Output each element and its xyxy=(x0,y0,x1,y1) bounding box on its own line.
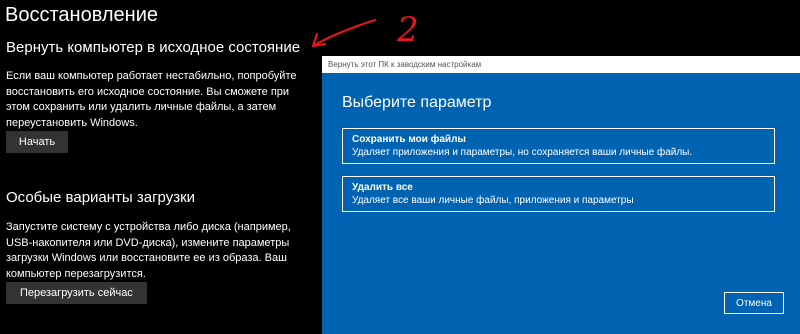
annotation-number: 2 xyxy=(396,10,419,50)
settings-recovery-panel: Восстановление Вернуть компьютер в исход… xyxy=(0,0,322,334)
reset-section-description: Если ваш компьютер работает нестабильно,… xyxy=(6,70,297,129)
restart-now-button[interactable]: Перезагрузить сейчас xyxy=(6,282,147,304)
keep-my-files-option[interactable]: Сохранить мои файлы Удаляет приложения и… xyxy=(342,128,775,164)
dialog-titlebar: Вернуть этот ПК к заводским настройкам xyxy=(322,56,800,73)
option-title: Сохранить мои файлы xyxy=(352,134,466,145)
option-title: Удалить все xyxy=(352,182,413,193)
reset-pc-dialog: Вернуть этот ПК к заводским настройкам В… xyxy=(322,56,800,334)
remove-everything-option[interactable]: Удалить все Удаляет все ваши личные файл… xyxy=(342,176,775,212)
option-description: Удаляет все ваши личные файлы, приложени… xyxy=(352,195,634,206)
advanced-startup-title: Особые варианты загрузки xyxy=(6,189,196,206)
dialog-heading: Выберите параметр xyxy=(342,94,492,111)
page-title: Восстановление xyxy=(5,4,158,26)
advanced-startup-description: Запустите систему с устройства либо диск… xyxy=(6,221,291,280)
cancel-button[interactable]: Отмена xyxy=(724,292,784,314)
option-description: Удаляет приложения и параметры, но сохра… xyxy=(352,147,693,158)
start-button[interactable]: Начать xyxy=(6,131,68,153)
reset-section-title: Вернуть компьютер в исходное состояние xyxy=(6,39,301,56)
red-arrow-annotation: 2 xyxy=(311,10,419,50)
